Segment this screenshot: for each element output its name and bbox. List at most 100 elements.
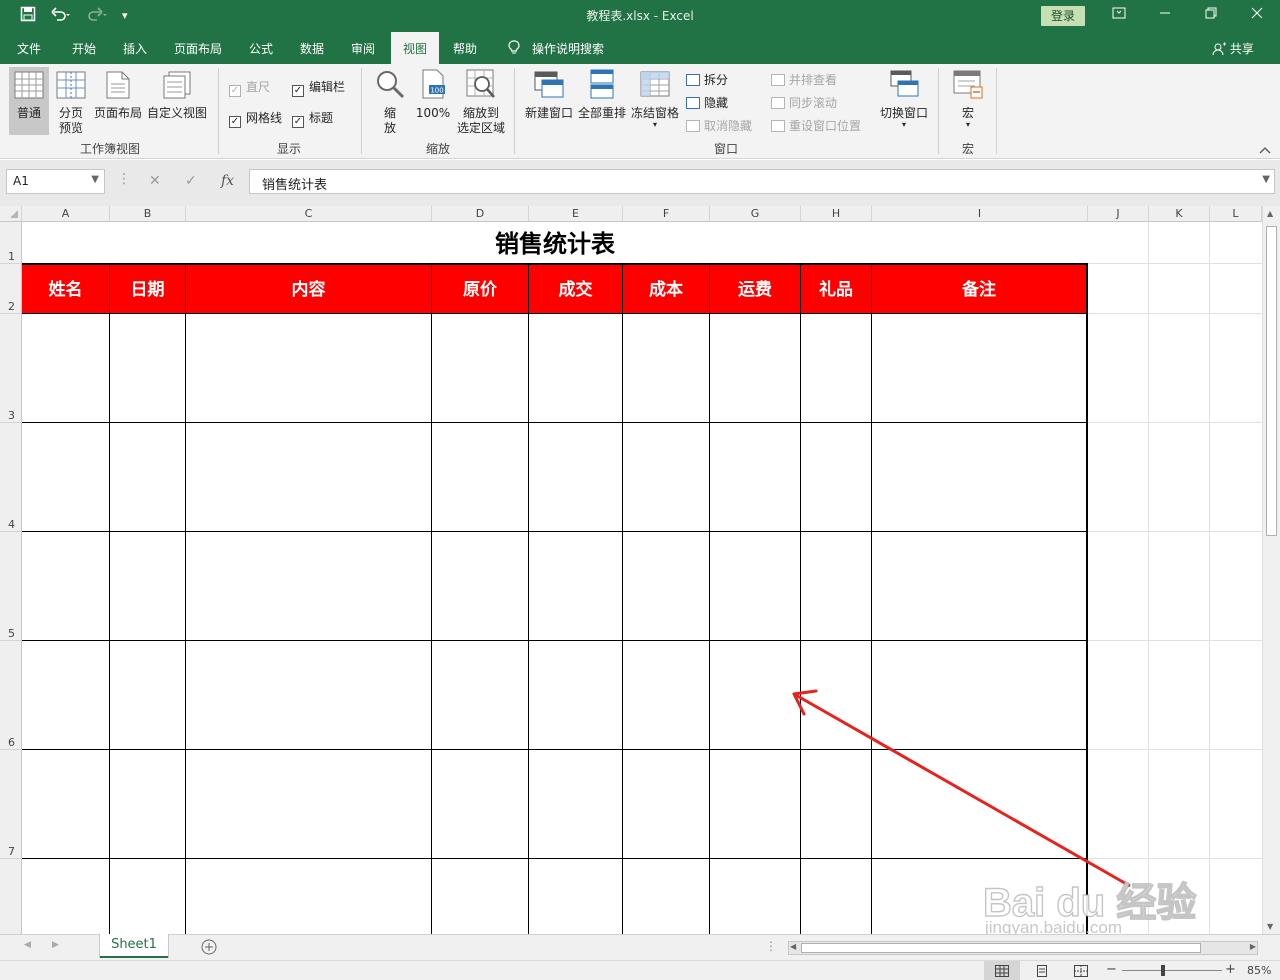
tab-home[interactable]: 开始 [72, 40, 96, 57]
view-side-by-side-button[interactable]: 并排查看 [771, 71, 837, 88]
reset-window-position-button[interactable]: 重设窗口位置 [771, 117, 861, 134]
sheet-tab-sheet1[interactable]: Sheet1 [100, 934, 168, 958]
column-header[interactable]: D [432, 206, 529, 222]
header-cell[interactable]: 成交 [529, 265, 623, 314]
share-button[interactable]: 共享 [1212, 40, 1254, 59]
splitter-dots-icon[interactable]: ⋮ [765, 939, 777, 953]
column-header[interactable]: A [22, 206, 110, 222]
zoom-100-button[interactable]: 100 100% [413, 69, 453, 139]
zoom-out-button[interactable]: − [1106, 962, 1117, 977]
switch-windows-button[interactable]: 切换窗口 ▾ [878, 69, 930, 141]
hide-button[interactable]: 隐藏 [686, 94, 728, 111]
zoom-slider[interactable] [1122, 970, 1222, 971]
collapse-ribbon-icon[interactable] [1259, 143, 1271, 157]
normal-view-status-button[interactable] [984, 961, 1020, 980]
tab-formulas[interactable]: 公式 [249, 40, 273, 57]
page-layout-status-icon[interactable] [1035, 965, 1049, 980]
scroll-tabs-left-icon[interactable]: ◀ [24, 940, 31, 950]
unhide-button[interactable]: 取消隐藏 [686, 117, 752, 134]
macros-button[interactable]: 宏 ▾ [948, 69, 988, 141]
close-icon[interactable] [1245, 4, 1269, 28]
worksheet[interactable]: A B C D E F G H I J K L 1 2 3 4 5 6 7 销售… [0, 206, 1280, 934]
login-button[interactable]: 登录 [1041, 6, 1085, 26]
row-header[interactable]: 5 [0, 532, 22, 641]
page-layout-view-button[interactable]: 页面布局 [93, 67, 143, 135]
tab-page-layout[interactable]: 页面布局 [174, 40, 222, 57]
scroll-tabs-right-icon[interactable]: ▶ [52, 940, 59, 950]
zoom-slider-thumb[interactable] [1161, 965, 1165, 976]
sheet-title-cell[interactable]: 销售统计表 [22, 222, 1088, 264]
horizontal-scrollbar[interactable]: ◀ ▶ [788, 941, 1258, 955]
tab-file[interactable]: 文件 [17, 40, 41, 57]
freeze-panes-button[interactable]: 冻结窗格 ▾ [629, 69, 681, 141]
split-button[interactable]: 拆分 [686, 71, 728, 88]
row-header[interactable]: 7 [0, 750, 22, 859]
header-cell[interactable]: 原价 [432, 265, 529, 314]
zoom-in-button[interactable]: + [1225, 962, 1236, 977]
zoom-level[interactable]: 85% [1247, 964, 1271, 977]
new-window-button[interactable]: 新建窗口 [522, 69, 576, 135]
add-sheet-icon[interactable] [201, 939, 217, 958]
row-header[interactable]: 2 [0, 264, 22, 314]
page-break-preview-button[interactable]: 分页 预览 [53, 67, 89, 139]
header-cell[interactable]: 成本 [623, 265, 710, 314]
header-cell[interactable]: 姓名 [22, 265, 110, 314]
ruler-checkbox[interactable]: ✓ 直尺 [229, 78, 270, 97]
formula-bar-checkbox[interactable]: ✓ 编辑栏 [292, 78, 345, 97]
scroll-up-icon[interactable]: ▲ [1267, 209, 1273, 218]
minimize-icon[interactable] [1153, 4, 1177, 28]
vertical-scrollbar[interactable]: ▲ ▼ [1262, 206, 1280, 934]
headings-checkbox[interactable]: ✓ 标题 [292, 109, 333, 128]
scroll-down-icon[interactable]: ▼ [1267, 922, 1273, 931]
column-header[interactable]: B [110, 206, 186, 222]
synchronous-scrolling-button[interactable]: 同步滚动 [771, 94, 837, 111]
tab-help[interactable]: 帮助 [453, 40, 477, 57]
chevron-down-icon[interactable]: ▼ [1262, 174, 1270, 185]
header-cell[interactable]: 备注 [872, 265, 1088, 314]
scroll-left-icon[interactable]: ◀ [790, 942, 796, 951]
insert-function-icon[interactable]: fx [221, 173, 234, 189]
chevron-down-icon[interactable]: ▼ [91, 174, 99, 185]
scroll-right-icon[interactable]: ▶ [1250, 942, 1256, 951]
horizontal-scroll-thumb[interactable] [801, 943, 1201, 953]
column-header[interactable]: F [623, 206, 710, 222]
column-header[interactable]: K [1149, 206, 1210, 222]
zoom-to-selection-button[interactable]: 缩放到 选定区域 [455, 69, 507, 139]
tab-view[interactable]: 视图 [391, 32, 440, 64]
column-header[interactable]: E [529, 206, 623, 222]
header-cell[interactable]: 运费 [710, 265, 801, 314]
column-header[interactable]: G [710, 206, 801, 222]
column-header[interactable]: C [186, 206, 432, 222]
tab-data[interactable]: 数据 [300, 40, 324, 57]
vertical-scroll-thumb[interactable] [1266, 226, 1277, 536]
cancel-icon[interactable]: ✕ [149, 173, 161, 189]
row-header[interactable] [0, 859, 22, 934]
column-header[interactable]: I [872, 206, 1088, 222]
row-header[interactable]: 6 [0, 641, 22, 750]
row-header[interactable]: 3 [0, 314, 22, 423]
formula-input[interactable]: 销售统计表 ▼ [249, 169, 1275, 194]
page-break-status-icon[interactable] [1074, 965, 1088, 980]
tab-review[interactable]: 审阅 [351, 40, 375, 57]
tab-insert[interactable]: 插入 [123, 40, 147, 57]
name-box[interactable]: A1 ▼ [6, 169, 105, 194]
more-dots-icon[interactable]: ⋮ [117, 171, 131, 187]
custom-views-button[interactable]: 自定义视图 [146, 67, 208, 135]
enter-icon[interactable]: ✓ [185, 173, 197, 189]
header-cell[interactable]: 礼品 [801, 265, 872, 314]
column-header[interactable]: L [1210, 206, 1262, 222]
arrange-all-button[interactable]: 全部重排 [577, 69, 627, 135]
column-header[interactable]: H [801, 206, 872, 222]
ribbon-display-options-icon[interactable] [1107, 4, 1131, 28]
column-header[interactable]: J [1088, 206, 1149, 222]
header-cell[interactable]: 内容 [186, 265, 432, 314]
tell-me-search[interactable]: 操作说明搜索 [532, 40, 604, 57]
zoom-button[interactable]: 缩 放 [372, 69, 408, 139]
gridlines-checkbox[interactable]: ✓ 网格线 [229, 109, 282, 128]
row-header[interactable]: 4 [0, 423, 22, 532]
select-all-corner[interactable] [0, 206, 22, 222]
row-header[interactable]: 1 [0, 222, 22, 264]
normal-view-button[interactable]: 普通 [9, 67, 49, 135]
header-cell[interactable]: 日期 [110, 265, 186, 314]
restore-icon[interactable] [1199, 4, 1223, 28]
